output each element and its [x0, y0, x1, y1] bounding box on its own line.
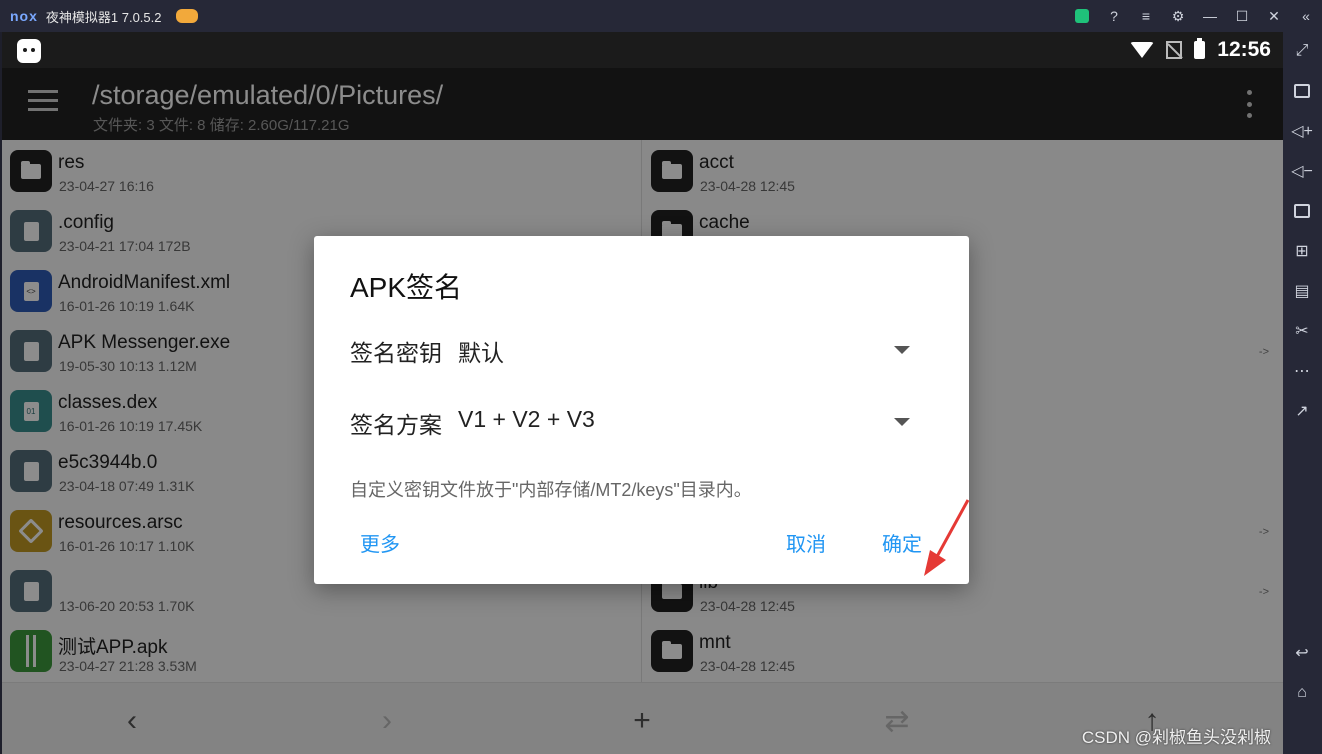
chevron-down-icon	[894, 346, 910, 354]
no-sim-icon	[1166, 41, 1183, 59]
volume-down-icon[interactable]: ◁−	[1291, 160, 1313, 182]
signing-scheme-value: V1 + V2 + V3	[458, 406, 595, 432]
emulator-title-bar: nox 夜神模拟器1 7.0.5.2 ? ≡ ⚙ — ☐ ✕ «	[0, 0, 1322, 32]
menu-icon[interactable]: ≡	[1130, 0, 1162, 32]
wifi-icon	[1130, 42, 1155, 58]
keyboard-icon[interactable]	[1291, 80, 1313, 102]
settings-gear-icon[interactable]: ⚙	[1162, 0, 1194, 32]
red-pointer-arrow	[924, 499, 970, 576]
signing-scheme-select[interactable]: 签名方案 V1 + V2 + V3	[350, 400, 910, 440]
watermark: CSDN @剁椒鱼头没剁椒	[1081, 728, 1271, 747]
install-apk-icon[interactable]: ⊞	[1291, 240, 1313, 262]
volume-up-icon[interactable]: ◁+	[1291, 120, 1313, 142]
gamepad-icon[interactable]	[175, 9, 198, 23]
emulator-title: 夜神模拟器1 7.0.5.2	[45, 9, 162, 25]
chevron-down-icon	[894, 418, 910, 426]
android-back-icon[interactable]: ↩	[1291, 642, 1313, 664]
maximize-icon[interactable]: ☐	[1226, 0, 1258, 32]
app-notification-icon	[17, 39, 41, 63]
cancel-button[interactable]: 取消	[786, 528, 826, 557]
confirm-button[interactable]: 确定	[882, 528, 922, 557]
signing-key-select[interactable]: 签名密钥 默认	[350, 328, 910, 368]
dialog-hint: 自定义密钥文件放于"内部存储/MT2/keys"目录内。	[350, 480, 752, 500]
signing-key-value: 默认	[458, 340, 504, 366]
signing-scheme-label: 签名方案	[350, 412, 442, 438]
nox-logo: nox	[10, 8, 38, 24]
android-status-bar: 12:56	[2, 32, 1283, 68]
more-button[interactable]: 更多	[360, 528, 400, 557]
help-icon[interactable]: ?	[1098, 0, 1130, 32]
android-home-icon[interactable]: ⌂	[1291, 682, 1313, 704]
close-icon[interactable]: ✕	[1258, 0, 1290, 32]
battery-icon	[1194, 38, 1206, 59]
signing-key-label: 签名密钥	[350, 340, 442, 366]
emulator-sidebar: ⤢ ◁+ ◁− ⊞ ▤ ✂ ⋯ ↗ ↩ ⌂	[1283, 32, 1322, 754]
scissors-icon[interactable]: ✂	[1291, 320, 1313, 342]
dialog-title: APK签名	[350, 272, 463, 303]
multi-instance-icon[interactable]: ▤	[1291, 280, 1313, 302]
share-icon[interactable]: ↗	[1291, 400, 1313, 422]
apk-sign-dialog: APK签名 签名密钥 默认 签名方案 V1 + V2 + V3 自定义密钥文件放…	[314, 236, 969, 584]
fullscreen-icon[interactable]: ⤢	[1291, 40, 1313, 62]
more-icon[interactable]: ⋯	[1291, 360, 1313, 382]
android-screen: 12:56 /storage/emulated/0/Pictures/ 文件夹:…	[2, 32, 1283, 754]
status-clock: 12:56	[1217, 38, 1271, 61]
screen-icon[interactable]	[1291, 200, 1313, 222]
minimize-icon[interactable]: —	[1194, 0, 1226, 32]
collapse-sidebar-icon[interactable]: «	[1290, 0, 1322, 32]
store-icon[interactable]	[1066, 0, 1098, 32]
